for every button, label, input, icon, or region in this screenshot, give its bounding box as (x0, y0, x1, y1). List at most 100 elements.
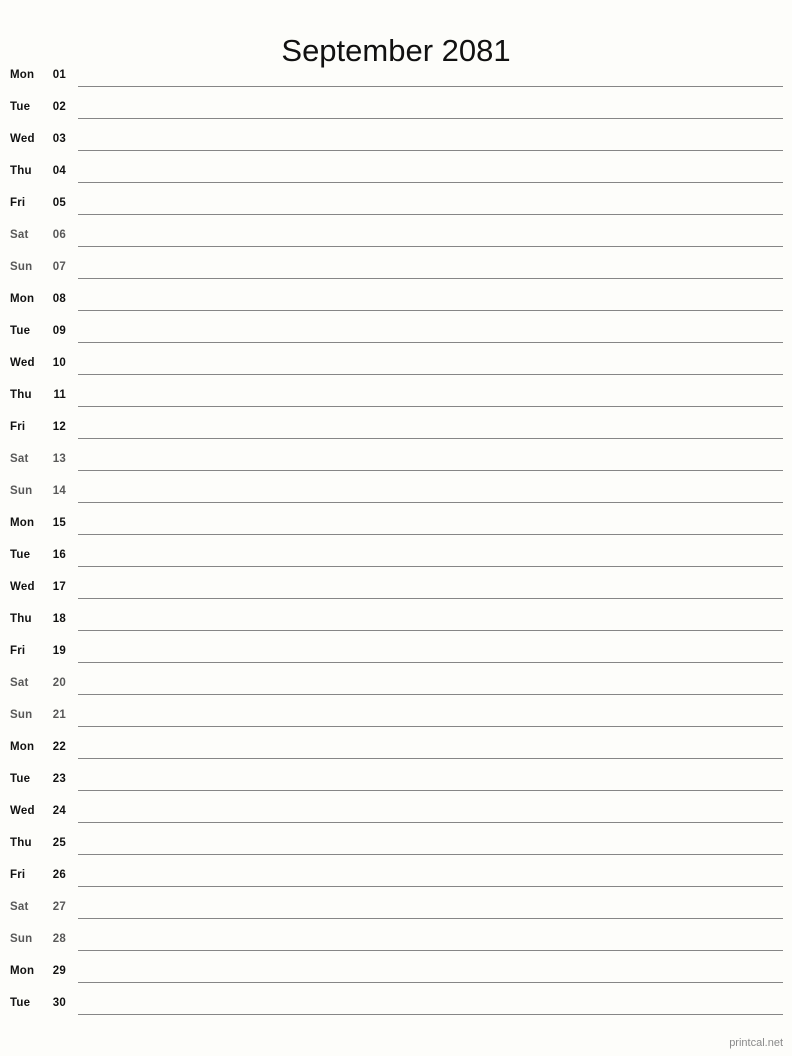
table-row[interactable]: Sun 14 (0, 476, 792, 508)
table-row[interactable]: Sun 07 (0, 252, 792, 284)
note-writing-line[interactable] (78, 150, 783, 151)
weekday-label: Thu (10, 165, 32, 177)
day-number: 22 (52, 741, 66, 753)
note-writing-line[interactable] (78, 406, 783, 407)
day-number: 27 (52, 901, 66, 913)
weekday-label: Wed (10, 133, 35, 145)
note-writing-line[interactable] (78, 726, 783, 727)
note-writing-line[interactable] (78, 694, 783, 695)
weekday-label: Fri (10, 421, 26, 433)
table-row[interactable]: Fri 05 (0, 188, 792, 220)
day-number: 28 (52, 933, 66, 945)
weekday-label: Sat (10, 453, 29, 465)
weekday-label: Fri (10, 869, 26, 881)
note-writing-line[interactable] (78, 214, 783, 215)
day-number: 11 (53, 389, 66, 401)
table-row[interactable]: Fri 19 (0, 636, 792, 668)
table-row[interactable]: Thu 18 (0, 604, 792, 636)
day-number: 08 (52, 293, 66, 305)
note-writing-line[interactable] (78, 886, 783, 887)
day-number: 02 (52, 101, 66, 113)
note-writing-line[interactable] (78, 534, 783, 535)
note-writing-line[interactable] (78, 118, 783, 119)
note-writing-line[interactable] (78, 982, 783, 983)
table-row[interactable]: Mon 22 (0, 732, 792, 764)
note-writing-line[interactable] (78, 918, 783, 919)
day-number: 05 (52, 197, 66, 209)
day-number: 21 (52, 709, 66, 721)
table-row[interactable]: Thu 11 (0, 380, 792, 412)
note-writing-line[interactable] (78, 342, 783, 343)
note-writing-line[interactable] (78, 1014, 783, 1015)
day-number: 17 (52, 581, 66, 593)
table-row[interactable]: Thu 25 (0, 828, 792, 860)
day-number: 18 (52, 613, 66, 625)
table-row[interactable]: Thu 04 (0, 156, 792, 188)
note-writing-line[interactable] (78, 86, 783, 87)
note-writing-line[interactable] (78, 662, 783, 663)
table-row[interactable]: Sat 20 (0, 668, 792, 700)
table-row[interactable]: Sun 28 (0, 924, 792, 956)
table-row[interactable]: Fri 12 (0, 412, 792, 444)
note-writing-line[interactable] (78, 278, 783, 279)
table-row[interactable]: Tue 09 (0, 316, 792, 348)
note-writing-line[interactable] (78, 758, 783, 759)
note-writing-line[interactable] (78, 630, 783, 631)
note-writing-line[interactable] (78, 438, 783, 439)
day-number: 04 (52, 165, 66, 177)
weekday-label: Sun (10, 933, 33, 945)
table-row[interactable]: Tue 02 (0, 92, 792, 124)
table-row[interactable]: Mon 08 (0, 284, 792, 316)
weekday-label: Sun (10, 709, 33, 721)
footer-attribution: printcal.net (729, 1037, 783, 1049)
note-writing-line[interactable] (78, 374, 783, 375)
note-writing-line[interactable] (78, 790, 783, 791)
day-row-list: Mon 01 Tue 02 Wed 03 Thu 04 Fri 05 Sat 06 Sun 07 Mon 08… (0, 60, 792, 1020)
day-number: 07 (52, 261, 66, 273)
day-number: 10 (52, 357, 66, 369)
table-row[interactable]: Mon 01 (0, 60, 792, 92)
note-writing-line[interactable] (78, 950, 783, 951)
table-row[interactable]: Fri 26 (0, 860, 792, 892)
weekday-label: Mon (10, 69, 35, 81)
weekday-label: Sat (10, 229, 29, 241)
table-row[interactable]: Tue 16 (0, 540, 792, 572)
note-writing-line[interactable] (78, 246, 783, 247)
table-row[interactable]: Wed 03 (0, 124, 792, 156)
day-number: 15 (52, 517, 66, 529)
table-row[interactable]: Tue 23 (0, 764, 792, 796)
table-row[interactable]: Wed 24 (0, 796, 792, 828)
day-number: 01 (52, 69, 66, 81)
weekday-label: Wed (10, 805, 35, 817)
note-writing-line[interactable] (78, 182, 783, 183)
weekday-label: Sun (10, 485, 33, 497)
note-writing-line[interactable] (78, 470, 783, 471)
day-number: 19 (52, 645, 66, 657)
weekday-label: Thu (10, 389, 32, 401)
note-writing-line[interactable] (78, 566, 783, 567)
note-writing-line[interactable] (78, 502, 783, 503)
day-number: 12 (52, 421, 66, 433)
table-row[interactable]: Sat 13 (0, 444, 792, 476)
table-row[interactable]: Wed 17 (0, 572, 792, 604)
note-writing-line[interactable] (78, 310, 783, 311)
table-row[interactable]: Mon 29 (0, 956, 792, 988)
day-number: 25 (52, 837, 66, 849)
calendar-page: September 2081 Mon 01 Tue 02 Wed 03 Thu 04 Fri 05… (0, 0, 792, 1056)
note-writing-line[interactable] (78, 598, 783, 599)
day-number: 14 (52, 485, 66, 497)
day-number: 13 (52, 453, 66, 465)
table-row[interactable]: Tue 30 (0, 988, 792, 1020)
table-row[interactable]: Sat 06 (0, 220, 792, 252)
table-row[interactable]: Mon 15 (0, 508, 792, 540)
weekday-label: Mon (10, 741, 35, 753)
table-row[interactable]: Sun 21 (0, 700, 792, 732)
note-writing-line[interactable] (78, 854, 783, 855)
weekday-label: Tue (10, 549, 31, 561)
weekday-label: Fri (10, 645, 26, 657)
note-writing-line[interactable] (78, 822, 783, 823)
table-row[interactable]: Wed 10 (0, 348, 792, 380)
weekday-label: Tue (10, 773, 31, 785)
table-row[interactable]: Sat 27 (0, 892, 792, 924)
weekday-label: Tue (10, 101, 31, 113)
